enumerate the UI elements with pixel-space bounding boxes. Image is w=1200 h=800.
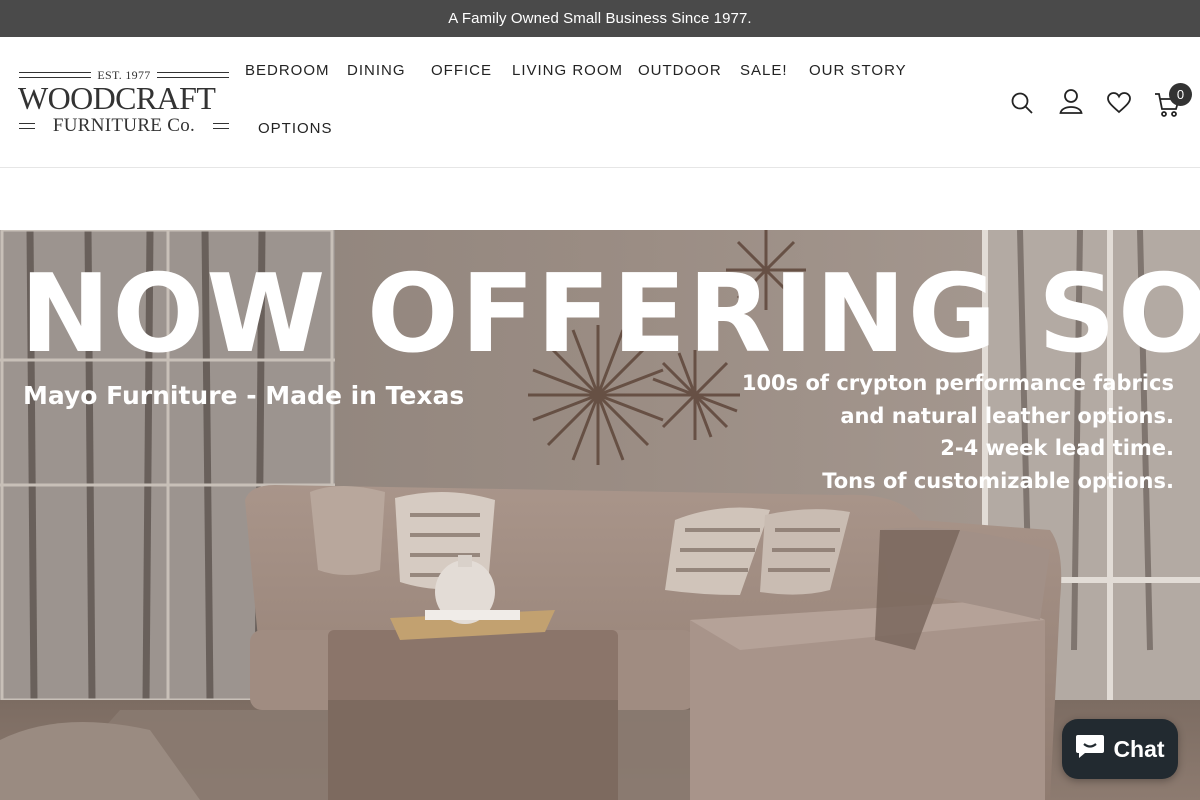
announcement-bar: A Family Owned Small Business Since 1977… — [0, 0, 1200, 37]
hero-feature-line: 2-4 week lead time. — [940, 436, 1174, 460]
site-logo[interactable]: EST. 1977 WOODCRAFT FURNITURE Co. — [18, 67, 229, 137]
hero-subtitle: Mayo Furniture - Made in Texas — [23, 381, 465, 410]
logo-rule-left — [19, 72, 91, 78]
hero-feature-line: 100s of crypton performance fabrics — [741, 371, 1174, 395]
logo-sub-rule-left — [19, 123, 35, 129]
account-icon[interactable] — [1057, 83, 1085, 119]
chat-button[interactable]: Chat — [1062, 719, 1178, 779]
logo-sub-row: FURNITURE Co. — [19, 115, 229, 137]
wishlist-heart-icon[interactable] — [1105, 85, 1133, 121]
chat-label: Chat — [1113, 735, 1165, 762]
nav-item-our-story[interactable]: OUR STORY — [809, 62, 907, 79]
nav-item-dining[interactable]: DINING — [347, 62, 406, 79]
logo-sub-rule-right — [213, 123, 229, 129]
nav-item-options[interactable]: OPTIONS — [258, 120, 333, 137]
hero-feature-line: Tons of customizable options. — [822, 468, 1174, 493]
announcement-text: A Family Owned Small Business Since 1977… — [448, 10, 752, 27]
logo-rule-right — [157, 72, 229, 78]
hero-feature-list: 100s of crypton performance fabrics and … — [654, 367, 1174, 497]
nav-item-sale[interactable]: SALE! — [740, 62, 788, 79]
nav-item-outdoor[interactable]: OUTDOOR — [638, 62, 722, 79]
cart-count-badge: 0 — [1169, 83, 1192, 106]
hero-banner[interactable]: NOW OFFERING SOFAS! Mayo Furniture - Mad… — [0, 230, 1200, 800]
search-icon[interactable] — [1008, 85, 1036, 121]
nav-item-bedroom[interactable]: BEDROOM — [245, 62, 330, 79]
hero-feature-line: and natural leather options. — [840, 403, 1174, 428]
hero-title: NOW OFFERING SOFAS! — [20, 252, 1200, 377]
nav-item-living-room[interactable]: LIVING ROOM — [512, 62, 623, 79]
chat-bubble-icon — [1075, 732, 1105, 766]
logo-sub-text: FURNITURE Co. — [52, 115, 196, 136]
nav-item-office[interactable]: OFFICE — [431, 62, 492, 79]
logo-brand: WOODCRAFT — [18, 80, 216, 116]
main-nav: BEDROOM DINING OFFICE LIVING ROOM OUTDOO… — [230, 37, 910, 167]
site-header: EST. 1977 WOODCRAFT FURNITURE Co. BEDROO… — [0, 37, 1200, 168]
